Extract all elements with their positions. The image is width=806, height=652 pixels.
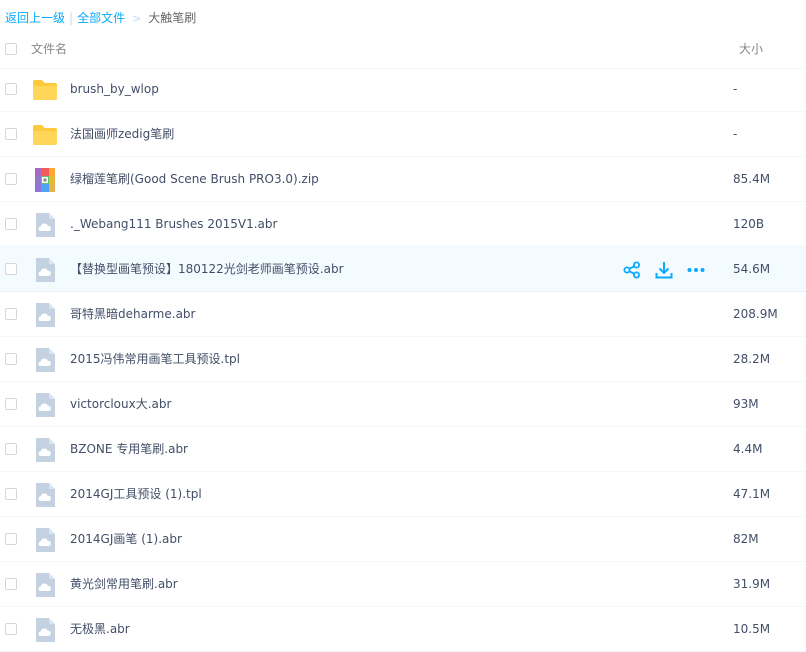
file-name[interactable]: 绿榴莲笔刷(Good Scene Brush PRO3.0).zip [70,171,319,187]
row-checkbox[interactable] [5,623,17,635]
column-header-size[interactable]: 大小 [739,41,763,57]
file-size: 93M [733,397,759,411]
file-name[interactable]: 无极黑.abr [70,621,130,637]
back-link[interactable]: 返回上一级 [5,11,65,25]
breadcrumb-current-folder: 大触笔刷 [148,11,197,25]
more-icon[interactable] [686,260,706,280]
file-size: - [733,82,738,96]
row-checkbox[interactable] [5,218,17,230]
file-size: 120B [733,217,765,231]
breadcrumb: 返回上一级 | 全部文件 > 大触笔刷 [5,8,196,28]
row-checkbox[interactable] [5,533,17,545]
cloud-file-icon [36,483,55,507]
file-name[interactable]: ._Webang111 Brushes 2015V1.abr [70,216,277,232]
file-size: - [733,127,738,141]
cloud-file-icon [36,213,55,237]
cloud-file-icon [36,348,55,372]
file-row[interactable]: victorcloux大.abr 93M [0,382,806,427]
cloud-file-icon [36,438,55,462]
file-name[interactable]: 【替换型画笔预设】180122光剑老师画笔预设.abr [70,261,344,277]
cloud-file-icon [36,618,55,642]
file-size: 85.4M [733,172,771,186]
cloud-file-icon [36,528,55,552]
file-list: brush_by_wlop - 法国画师zedig笔刷 - 绿榴莲笔刷(Good… [0,67,806,652]
file-name[interactable]: 哥特黑暗deharme.abr [70,306,195,322]
file-row[interactable]: 2014GJ画笔 (1).abr 82M [0,517,806,562]
row-checkbox[interactable] [5,308,17,320]
cloud-file-icon [36,393,55,417]
file-row[interactable]: 法国画师zedig笔刷 - [0,112,806,157]
file-size: 82M [733,532,759,546]
row-checkbox[interactable] [5,128,17,140]
file-name[interactable]: brush_by_wlop [70,81,159,97]
row-checkbox[interactable] [5,398,17,410]
file-list-header: 文件名 大小 [0,30,806,69]
file-size: 28.2M [733,352,771,366]
download-icon[interactable] [654,260,674,280]
cloud-file-icon [36,258,55,282]
file-name[interactable]: BZONE 专用笔刷.abr [70,441,188,457]
file-name[interactable]: 黄光剑常用笔刷.abr [70,576,178,592]
file-name[interactable]: victorcloux大.abr [70,396,171,412]
breadcrumb-separator: | [69,11,74,25]
file-name[interactable]: 法国画师zedig笔刷 [70,126,174,142]
file-row[interactable]: BZONE 专用笔刷.abr 4.4M [0,427,806,472]
file-name[interactable]: 2014GJ工具预设 (1).tpl [70,486,202,502]
file-name[interactable]: 2015冯伟常用画笔工具预设.tpl [70,351,240,367]
select-all-checkbox[interactable] [5,43,17,55]
share-icon[interactable] [622,260,642,280]
file-row[interactable]: brush_by_wlop - [0,67,806,112]
zip-archive-icon [35,168,55,192]
file-size: 47.1M [733,487,771,501]
file-row[interactable]: 【替换型画笔预设】180122光剑老师画笔预设.abr 54.6M [0,247,806,292]
row-checkbox[interactable] [5,263,17,275]
file-row[interactable]: 黄光剑常用笔刷.abr 31.9M [0,562,806,607]
row-checkbox[interactable] [5,443,17,455]
all-files-link[interactable]: 全部文件 [77,11,125,25]
row-checkbox[interactable] [5,488,17,500]
cloud-file-icon [36,573,55,597]
row-checkbox[interactable] [5,578,17,590]
file-row[interactable]: 无极黑.abr 10.5M [0,607,806,652]
file-row[interactable]: 2014GJ工具预设 (1).tpl 47.1M [0,472,806,517]
folder-icon [33,125,57,145]
file-row[interactable]: 哥特黑暗deharme.abr 208.9M [0,292,806,337]
file-row[interactable]: 2015冯伟常用画笔工具预设.tpl 28.2M [0,337,806,382]
folder-icon [33,80,57,100]
row-checkbox[interactable] [5,83,17,95]
row-checkbox[interactable] [5,173,17,185]
file-size: 208.9M [733,307,778,321]
file-name[interactable]: 2014GJ画笔 (1).abr [70,531,182,547]
row-checkbox[interactable] [5,353,17,365]
file-size: 31.9M [733,577,771,591]
cloud-file-icon [36,303,55,327]
file-size: 10.5M [733,622,771,636]
breadcrumb-chevron: > [132,12,142,25]
file-size: 54.6M [733,262,771,276]
file-row[interactable]: 绿榴莲笔刷(Good Scene Brush PRO3.0).zip 85.4M [0,157,806,202]
row-action-bar [622,260,706,280]
file-row[interactable]: ._Webang111 Brushes 2015V1.abr 120B [0,202,806,247]
column-header-name[interactable]: 文件名 [31,41,67,57]
file-size: 4.4M [733,442,763,456]
